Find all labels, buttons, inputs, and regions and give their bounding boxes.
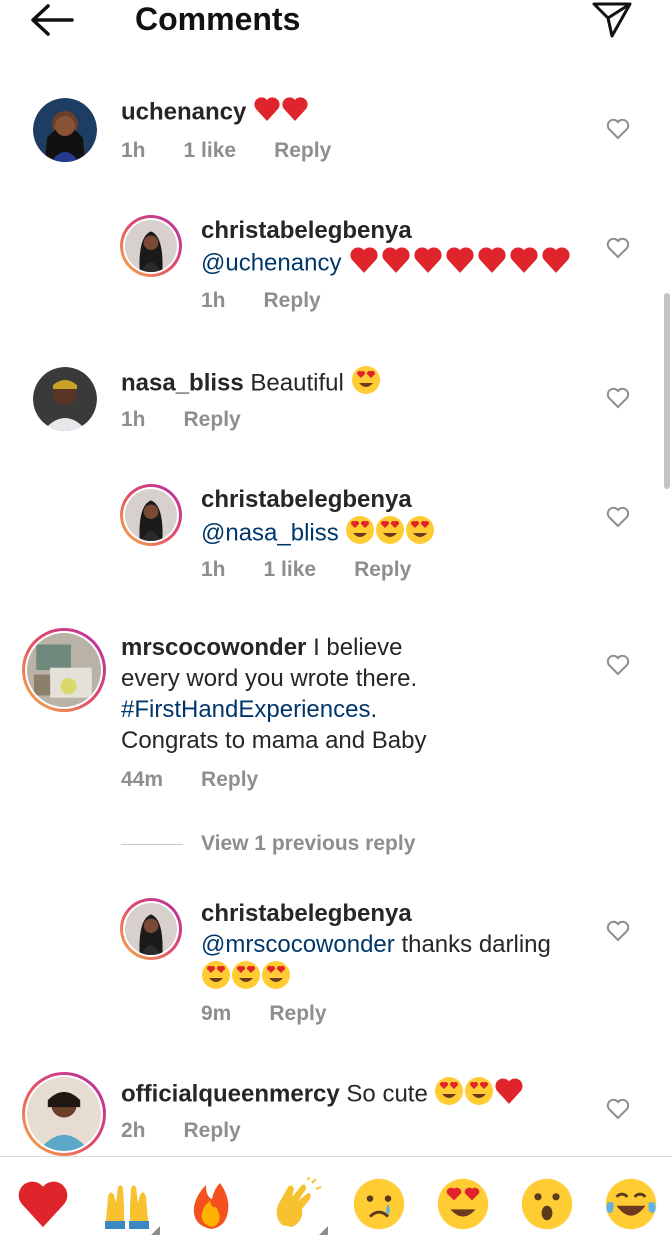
timestamp: 2h [121,1119,146,1142]
username[interactable]: christabelegbenya [201,484,601,515]
like-heart-icon[interactable] [606,237,630,259]
reply-button[interactable]: Reply [354,558,411,581]
reaction-bar [0,1156,672,1254]
scrollbar[interactable] [664,293,670,489]
reply-button[interactable]: Reply [184,408,241,431]
comment-text: every word you wrote there. [121,665,418,692]
comment: uchenancy 1h 1 like Reply [0,96,660,186]
username[interactable]: officialqueenmercy [121,1080,340,1107]
red-heart-icon [412,246,444,282]
red-heart-icon [253,96,281,130]
reply-button[interactable]: Reply [269,1002,326,1025]
header: Comments [0,0,672,44]
back-arrow-icon[interactable] [28,2,76,38]
reply-button[interactable]: Reply [264,289,321,312]
like-heart-icon[interactable] [606,920,630,942]
heart-eyes-icon [345,515,375,553]
like-count[interactable]: 1 like [184,139,237,162]
red-heart-icon[interactable] [16,1177,70,1231]
page-title: Comments [135,1,301,37]
fire-icon[interactable] [184,1177,238,1231]
comment-meta: 1h 1 like Reply [201,558,449,582]
like-heart-icon[interactable] [606,654,630,676]
crying-face-icon[interactable] [352,1177,406,1231]
username[interactable]: nasa_bliss [121,369,244,396]
hashtag-link[interactable]: #FirstHandExperiences [121,696,370,723]
comment-text: Beautiful [250,369,344,397]
surprised-face-icon[interactable] [520,1177,574,1231]
heart-eyes-icon[interactable] [436,1177,490,1231]
like-heart-icon[interactable] [606,506,630,528]
reply-button[interactable]: Reply [274,139,331,162]
username[interactable]: uchenancy [121,98,246,125]
red-heart-icon [444,246,476,282]
red-heart-icon [494,1077,524,1113]
comment-text: I believe [313,634,403,661]
like-count[interactable]: 1 like [264,558,317,581]
red-heart-icon [380,246,412,282]
like-heart-icon[interactable] [606,1098,630,1120]
comment-text: . [370,696,378,723]
red-heart-icon [540,246,572,282]
heart-eyes-icon [201,960,231,998]
avatar[interactable] [120,484,182,546]
reply-comment: christabelegbenya @nasa_bliss 1h 1 like Re… [0,484,660,584]
heart-eyes-icon [261,960,291,998]
mention-link[interactable]: @nasa_bliss [201,519,339,546]
view-previous-label[interactable]: View 1 previous reply [201,832,415,856]
heart-eyes-icon [405,515,435,553]
red-heart-icon [281,96,309,130]
reply-button[interactable]: Reply [201,768,258,791]
divider [121,844,183,845]
tears-of-joy-icon[interactable] [604,1177,658,1231]
timestamp: 1h [201,558,226,581]
timestamp: 1h [121,139,146,162]
comment-text: Congrats to mama and Baby [121,727,427,754]
comment-text: thanks darling [401,931,551,958]
clapping-hands-icon[interactable] [268,1176,328,1235]
like-heart-icon[interactable] [606,118,630,140]
comment-meta: 1h 1 like Reply [121,139,369,163]
comment-meta: 2h Reply [121,1119,279,1143]
red-heart-icon [508,246,540,282]
heart-eyes-icon [231,960,261,998]
mention-link[interactable]: @mrscocowonder [201,931,395,958]
mention-link[interactable]: @uchenancy [201,249,341,276]
comment: mrscocowonder I believe every word you w… [0,628,660,802]
username[interactable]: mrscocowonder [121,634,306,661]
red-heart-icon [348,246,380,282]
comment-meta: 9m Reply [201,1002,365,1026]
timestamp: 1h [201,289,226,312]
avatar[interactable] [33,367,97,431]
avatar[interactable] [22,1072,106,1156]
reply-button[interactable]: Reply [184,1119,241,1142]
reply-comment: christabelegbenya @mrscocowonder thanks … [0,898,660,1038]
heart-eyes-icon [464,1076,494,1114]
comment: officialqueenmercy So cute 2h Reply [0,1072,660,1156]
red-heart-icon [476,246,508,282]
comment: nasa_bliss Beautiful 1h Reply [0,365,660,445]
comment-text: So cute [346,1080,428,1108]
avatar[interactable] [120,898,182,960]
avatar[interactable] [120,215,182,277]
heart-eyes-icon [351,365,381,403]
comment-meta: 1h Reply [201,289,359,313]
comment-meta: 44m Reply [121,768,296,792]
comment-meta: 1h Reply [121,408,279,432]
like-heart-icon[interactable] [606,387,630,409]
send-icon[interactable] [590,0,634,40]
heart-eyes-icon [375,515,405,553]
timestamp: 9m [201,1002,232,1025]
timestamp: 44m [121,768,164,791]
avatar[interactable] [33,98,97,162]
username[interactable]: christabelegbenya [201,898,611,929]
username[interactable]: christabelegbenya [201,215,601,246]
avatar[interactable] [22,628,106,712]
heart-eyes-icon [434,1076,464,1114]
timestamp: 1h [121,408,146,431]
raising-hands-icon[interactable] [100,1177,160,1235]
reply-comment: christabelegbenya @uchenancy 1h Reply [0,215,660,315]
